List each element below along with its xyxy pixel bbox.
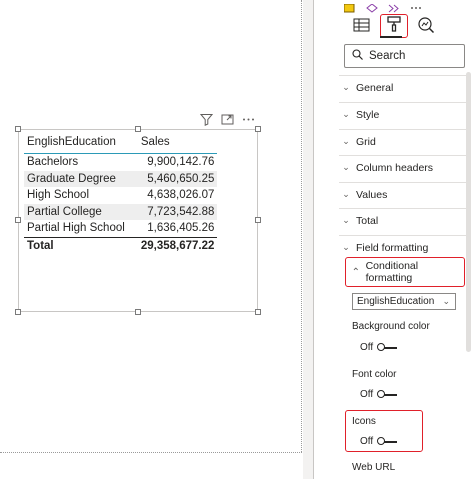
- pane-scrollbar[interactable]: [466, 72, 471, 352]
- chevron-down-icon: ⌄: [342, 109, 350, 119]
- resize-handle-bottom-right[interactable]: [255, 309, 261, 315]
- table-row: High School 4,638,026.07: [24, 187, 217, 204]
- visual-type-icon[interactable]: [388, 0, 400, 13]
- format-tab[interactable]: [380, 14, 408, 38]
- toggle-knob: [377, 343, 386, 351]
- chevron-down-icon: ⌄: [342, 242, 350, 252]
- section-total[interactable]: ⌄ Total: [339, 208, 466, 232]
- toggle-switch[interactable]: [377, 343, 398, 352]
- resize-handle-top-left[interactable]: [15, 126, 21, 132]
- chevron-down-icon: ⌄: [342, 82, 350, 92]
- resize-handle-bottom-left[interactable]: [15, 309, 21, 315]
- pane-top-icons: [343, 0, 422, 13]
- section-general[interactable]: ⌄ General: [339, 75, 466, 99]
- section-style[interactable]: ⌄ Style: [339, 102, 466, 126]
- cell-sales: 1,636,405.26: [147, 222, 215, 235]
- chevron-down-icon: ⌄: [442, 296, 450, 306]
- resize-handle-top[interactable]: [135, 126, 141, 132]
- more-options-icon[interactable]: [242, 113, 255, 126]
- column-header-education[interactable]: EnglishEducation: [24, 135, 138, 154]
- column-header-sales[interactable]: Sales: [137, 135, 218, 154]
- background-color-label: Background color: [352, 321, 430, 332]
- more-visuals-icon[interactable]: [410, 0, 422, 9]
- chevron-up-icon: ⌃: [351, 266, 360, 278]
- table-row: Partial High School 1,636,405.26: [24, 220, 217, 237]
- toggle-switch[interactable]: [377, 390, 398, 399]
- table-grid-icon: [353, 17, 371, 38]
- background-color-toggle[interactable]: Off: [360, 342, 398, 353]
- toggle-knob: [377, 390, 386, 398]
- table-row: Bachelors 9,900,142.76: [24, 154, 217, 171]
- cell-education: High School: [27, 189, 90, 202]
- page-border-right: [301, 0, 302, 452]
- section-label: Grid: [356, 135, 376, 148]
- resize-handle-bottom[interactable]: [135, 309, 141, 315]
- total-label: Total: [24, 236, 138, 254]
- resize-handle-top-right[interactable]: [255, 126, 261, 132]
- section-label: General: [356, 81, 394, 94]
- section-label: Field formatting: [356, 241, 429, 254]
- page-border-bottom: [0, 452, 302, 453]
- toggle-state: Off: [360, 389, 374, 400]
- search-icon: [352, 49, 363, 63]
- paint-roller-icon: [385, 15, 403, 38]
- magnifier-chart-icon: [417, 16, 435, 39]
- resize-handle-left[interactable]: [15, 217, 21, 223]
- table-row: Graduate Degree 5,460,650.25: [24, 170, 218, 187]
- resize-handle-right[interactable]: [255, 217, 261, 223]
- cell-sales: 4,638,026.07: [147, 189, 215, 202]
- pane-tabs: [352, 14, 436, 39]
- table-row: Partial College 7,723,542.88: [24, 203, 218, 220]
- visual-type-icon[interactable]: [343, 0, 356, 13]
- section-label: Values: [356, 188, 388, 201]
- total-value: 29,358,677.22: [137, 236, 218, 254]
- search-placeholder: Search: [369, 50, 406, 62]
- section-field-formatting[interactable]: ⌄ Field formatting: [339, 235, 466, 259]
- font-color-toggle[interactable]: Off: [360, 389, 398, 400]
- cell-sales: 7,723,542.88: [137, 203, 218, 220]
- font-color-label: Font color: [352, 369, 397, 380]
- web-url-label: Web URL: [352, 462, 396, 473]
- cell-sales: 5,460,650.25: [137, 170, 218, 187]
- search-input[interactable]: Search: [344, 44, 465, 68]
- field-select[interactable]: EnglishEducation ⌄: [352, 293, 456, 310]
- cell-education: Partial High School: [27, 222, 125, 235]
- visual-type-icon[interactable]: [366, 0, 378, 13]
- cell-education: Bachelors: [27, 156, 79, 169]
- toggle-state: Off: [360, 436, 374, 447]
- chevron-down-icon: ⌄: [342, 215, 350, 225]
- cell-education: Partial College: [24, 203, 138, 220]
- data-table: EnglishEducation Sales Bachelors 9,900,14…: [24, 135, 218, 254]
- section-conditional-formatting[interactable]: ⌃ Conditional formatting: [345, 257, 465, 287]
- active-tab-indicator: [380, 36, 402, 38]
- section-grid[interactable]: ⌄ Grid: [339, 129, 466, 153]
- chevron-down-icon: ⌄: [342, 162, 350, 172]
- icons-toggle[interactable]: Off: [360, 436, 398, 447]
- section-label: Style: [356, 108, 380, 121]
- toggle-state: Off: [360, 342, 374, 353]
- filter-icon[interactable]: [199, 113, 214, 126]
- total-row: Total 29,358,677.22: [24, 236, 218, 254]
- cell-sales: 9,900,142.76: [147, 156, 215, 169]
- section-values[interactable]: ⌄ Values: [339, 182, 466, 206]
- analytics-tab[interactable]: [416, 16, 436, 39]
- section-column-headers[interactable]: ⌄ Column headers: [339, 155, 466, 179]
- icons-label: Icons: [352, 416, 376, 427]
- field-select-value: EnglishEducation: [357, 296, 435, 307]
- toggle-knob: [377, 437, 386, 445]
- focus-mode-icon[interactable]: [221, 113, 234, 126]
- cell-education: Graduate Degree: [24, 170, 138, 187]
- visual-header: [199, 113, 255, 126]
- pane-gutter: [303, 0, 313, 479]
- section-label: Total: [356, 214, 379, 227]
- toggle-switch[interactable]: [377, 437, 398, 446]
- section-label: Column headers: [356, 161, 434, 174]
- chevron-down-icon: ⌄: [342, 189, 350, 199]
- chevron-down-icon: ⌄: [342, 136, 350, 146]
- section-label: Conditional formatting: [365, 260, 419, 284]
- fields-tab[interactable]: [352, 17, 372, 37]
